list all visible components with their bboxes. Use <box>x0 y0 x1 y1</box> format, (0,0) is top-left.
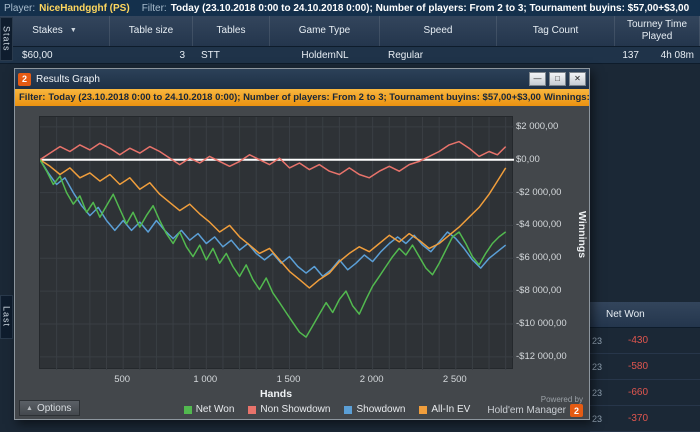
y-tick-label: -$10 000,00 <box>516 318 567 329</box>
net-won-value: -580 <box>627 361 648 372</box>
column-header-tables[interactable]: Tables <box>193 16 270 46</box>
column-header-tourney-time-played[interactable]: Tourney Time Played <box>615 16 700 46</box>
column-header-table-size[interactable]: Table size <box>110 16 193 46</box>
legend-label: All-In EV <box>431 404 471 415</box>
x-tick-label: 1 500 <box>276 374 301 385</box>
row-prefix: 23 <box>592 335 603 346</box>
graph-body: Hands Winnings Net Won Non Showdown Showdo… <box>15 106 589 419</box>
legend-item-all-in-ev[interactable]: All-In EV <box>419 404 470 415</box>
y-axis-title: Winnings <box>576 211 588 259</box>
options-arrow-icon: ▲ <box>26 404 33 412</box>
close-button[interactable]: ✕ <box>569 72 586 86</box>
legend-swatch <box>248 405 257 414</box>
cell-table-size: 3 <box>179 49 185 61</box>
x-tick-label: 500 <box>114 374 131 385</box>
graph-filter-text: Today (23.10.2018 0:00 to 24.10.2018 0:0… <box>48 92 541 103</box>
net-won-rows: 23 -430 23 -580 23 -660 23 -370 <box>590 328 700 432</box>
window-title-bar[interactable]: 2 Results Graph — □ ✕ <box>15 69 589 89</box>
maximize-button[interactable]: □ <box>549 72 566 86</box>
stakes-dropdown-caret[interactable]: ▼ <box>70 25 77 37</box>
legend-swatch <box>344 405 353 414</box>
x-tick-label: 1 000 <box>193 374 218 385</box>
y-tick-label: -$12 000,00 <box>516 350 567 362</box>
graph-filter-bar[interactable]: Filter: Today (23.10.2018 0:00 to 24.10.… <box>15 89 589 106</box>
row-prefix: 23 <box>592 413 603 424</box>
window-title: Results Graph <box>36 73 100 85</box>
options-button[interactable]: ▲ Options <box>19 400 81 416</box>
results-graph-window: 2 Results Graph — □ ✕ Filter: Today (23.… <box>14 68 590 420</box>
column-header-net-won[interactable]: Net Won <box>590 302 700 328</box>
filter-text[interactable]: Today (23.10.2018 0:00 to 24.10.2018 0:0… <box>171 3 689 14</box>
player-label: Player: <box>4 2 36 14</box>
cell-stakes: $60,00 <box>22 49 53 61</box>
legend-item-net-won[interactable]: Net Won <box>183 404 235 415</box>
column-header-speed[interactable]: Speed <box>380 16 497 46</box>
y-tick-label: -$2 000,00 <box>516 186 562 198</box>
graph-filter-label: Filter: <box>19 92 46 103</box>
y-tick-label: $2 000,00 <box>516 120 559 132</box>
y-tick-label: -$4 000,00 <box>516 219 562 231</box>
legend-swatch <box>183 405 192 414</box>
legend-label: Net Won <box>195 404 235 415</box>
table-row[interactable]: 23 -660 <box>590 380 700 406</box>
y-tick-label: $0,00 <box>516 153 540 165</box>
hm2-brand-icon: 2 <box>570 404 583 417</box>
report-table-row[interactable]: $60,00 3 STT HoldemNL Regular 137 4h 08m <box>0 47 700 64</box>
net-won-value: -370 <box>627 413 648 424</box>
x-axis-title: Hands <box>259 388 293 400</box>
y-tick-label: -$8 000,00 <box>516 285 562 297</box>
table-row[interactable]: 23 -430 <box>590 328 700 354</box>
net-won-value: -660 <box>627 387 648 398</box>
table-row[interactable]: 23 -580 <box>590 354 700 380</box>
y-tick-label: -$6 000,00 <box>516 252 562 264</box>
x-tick-label: 2 000 <box>359 374 384 385</box>
legend-label: Non Showdown <box>260 404 331 415</box>
hm2-app-icon: 2 <box>18 72 31 86</box>
winnings-label: Winnings: <box>543 92 589 103</box>
legend-item-non-showdown[interactable]: Non Showdown <box>248 404 330 415</box>
filter-label: Filter: <box>141 2 167 14</box>
brand-label: Hold'em Manager 2 <box>487 404 583 417</box>
minimize-button[interactable]: — <box>529 72 546 86</box>
cell-speed: Regular <box>388 49 424 61</box>
column-header-tag-count[interactable]: Tag Count <box>497 16 615 46</box>
legend-item-showdown[interactable]: Showdown <box>344 404 405 415</box>
cell-tag-count: 137 <box>622 49 639 61</box>
row-prefix: 23 <box>592 361 603 372</box>
net-won-value: -430 <box>627 335 648 346</box>
vertical-tab-last[interactable]: Last <box>0 295 13 339</box>
chart-legend: Net Won Non Showdown Showdown All-In EV <box>125 404 529 415</box>
cell-game-type: HoldemNL <box>301 49 349 61</box>
player-name[interactable]: NiceHandgghf (PS) <box>39 3 130 14</box>
report-header-row: Stakes ▼ Table size Tables Game Type Spe… <box>0 16 700 47</box>
column-header-game-type[interactable]: Game Type <box>270 16 380 46</box>
top-filter-bar: Player: NiceHandgghf (PS) Filter: Today … <box>0 0 700 16</box>
powered-by-label: Powered by <box>540 395 583 404</box>
vertical-tab-stats[interactable]: Stats <box>0 17 13 61</box>
results-graph-plot <box>39 116 514 370</box>
cell-tourney-time: 4h 08m <box>660 49 694 61</box>
background-report-table: Net Won 23 -430 23 -580 23 -660 23 -370 <box>590 64 700 432</box>
x-tick-label: 2 500 <box>442 374 467 385</box>
legend-swatch <box>419 405 428 414</box>
legend-label: Showdown <box>356 404 406 415</box>
cell-tables: STT <box>201 49 220 61</box>
row-prefix: 23 <box>592 387 603 398</box>
table-row[interactable]: 23 -370 <box>590 406 700 432</box>
column-header-stakes[interactable]: Stakes ▼ <box>0 16 110 46</box>
powered-by-block: Powered by Hold'em Manager 2 <box>487 395 583 417</box>
